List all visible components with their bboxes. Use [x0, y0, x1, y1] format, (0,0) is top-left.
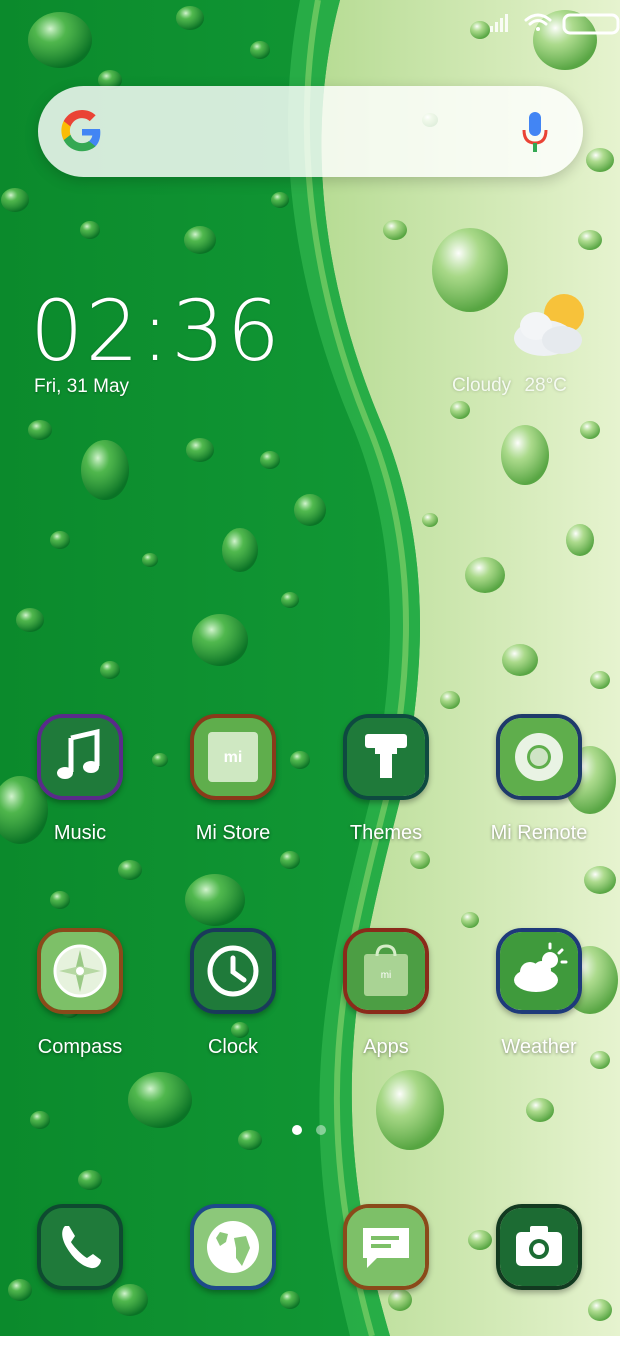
app-tile[interactable]	[496, 1204, 582, 1290]
wifi-icon	[524, 13, 552, 31]
signal-icon	[490, 14, 508, 32]
app-music[interactable]: Music	[12, 714, 152, 864]
status-bar	[480, 8, 620, 38]
music-note-icon	[41, 718, 119, 796]
weather-summary[interactable]: Cloudy 28°C	[452, 375, 567, 397]
app-label: Weather	[501, 1036, 577, 1058]
weather-temperature: 28°C	[524, 375, 567, 396]
battery-icon	[562, 13, 620, 35]
app-tile[interactable]	[37, 1204, 123, 1290]
app-tile[interactable]	[343, 1204, 429, 1290]
browser-globe-icon	[194, 1208, 272, 1286]
app-tile[interactable]	[343, 714, 429, 800]
mic-icon[interactable]	[521, 110, 549, 154]
app-label: Compass	[37, 1036, 123, 1058]
dock-messages[interactable]	[318, 1204, 458, 1354]
clock-icon	[194, 932, 272, 1010]
app-tile[interactable]	[37, 714, 123, 800]
app-mi-remote[interactable]: Mi Remote	[471, 714, 611, 864]
weather-icon	[500, 932, 578, 1010]
app-tile[interactable]	[496, 928, 582, 1014]
page-indicator	[290, 1125, 330, 1137]
clock-time[interactable]: 02:36	[30, 282, 282, 380]
cloudy-sun-icon[interactable]	[506, 290, 590, 360]
app-tile[interactable]	[496, 714, 582, 800]
google-logo	[61, 110, 101, 152]
dock-camera[interactable]	[471, 1204, 611, 1354]
app-label: Mi Remote	[490, 822, 588, 844]
page-dot[interactable]	[316, 1125, 326, 1135]
svg-text:mi: mi	[381, 970, 392, 981]
clock-date[interactable]: Fri, 31 May	[34, 376, 129, 398]
app-themes[interactable]: Themes	[318, 714, 458, 864]
svg-text:mi: mi	[224, 749, 243, 766]
paint-roller-icon	[347, 718, 425, 796]
camera-icon	[500, 1208, 578, 1286]
messages-icon	[347, 1208, 425, 1286]
phone-icon	[41, 1208, 119, 1286]
app-tile[interactable]: mi	[343, 928, 429, 1014]
app-label: Mi Store	[195, 822, 271, 844]
app-tile[interactable]	[190, 1204, 276, 1290]
search-bar[interactable]	[38, 86, 583, 177]
compass-icon	[41, 932, 119, 1010]
weather-condition: Cloudy	[452, 375, 512, 396]
app-label: Clock	[207, 1036, 258, 1058]
app-clock[interactable]: Clock	[165, 928, 305, 1078]
page-dot-active[interactable]	[292, 1125, 302, 1135]
remote-icon	[500, 718, 578, 796]
app-tile[interactable]	[37, 928, 123, 1014]
app-label: Music	[53, 822, 107, 844]
app-compass[interactable]: Compass	[12, 928, 152, 1078]
app-weather[interactable]: Weather	[471, 928, 611, 1078]
dock-browser[interactable]	[165, 1204, 305, 1354]
app-tile[interactable]	[190, 928, 276, 1014]
app-label: Themes	[349, 822, 423, 844]
app-apps[interactable]: mi Apps	[318, 928, 458, 1078]
app-mi-store[interactable]: mi Mi Store	[165, 714, 305, 864]
dock-phone[interactable]	[12, 1204, 152, 1354]
app-label: Apps	[363, 1036, 409, 1058]
mi-store-icon: mi	[194, 718, 272, 796]
shopping-bag-icon: mi	[347, 932, 425, 1010]
app-tile[interactable]: mi	[190, 714, 276, 800]
